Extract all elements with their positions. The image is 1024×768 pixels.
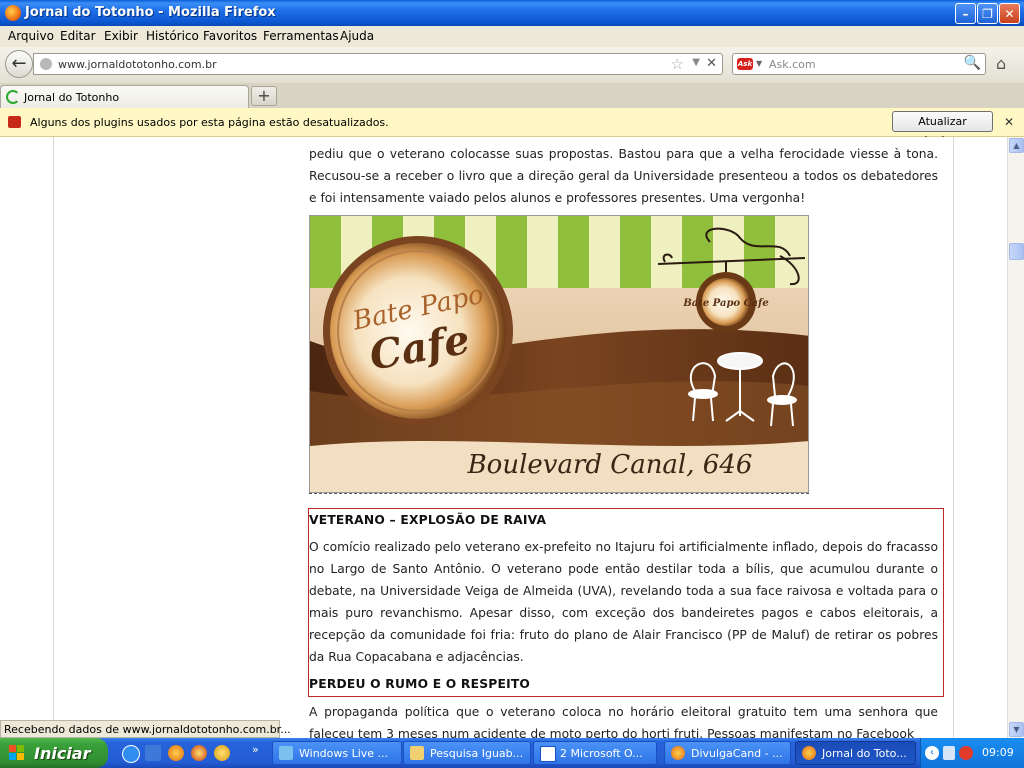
bookmark-star-icon[interactable]: ☆ xyxy=(671,55,684,73)
menu-historico[interactable]: Histórico xyxy=(146,29,199,43)
engine-dropdown-icon[interactable]: ▼ xyxy=(756,59,762,68)
task-label: Pesquisa Iguab... xyxy=(430,747,524,760)
menu-editar[interactable]: Editar xyxy=(60,29,96,43)
close-notification-icon[interactable]: ✕ xyxy=(1004,115,1014,129)
home-icon[interactable]: ⌂ xyxy=(996,54,1006,73)
close-button[interactable]: ✕ xyxy=(999,3,1020,24)
plugin-warning-icon xyxy=(8,116,21,128)
site-identity-icon[interactable] xyxy=(40,58,52,70)
menu-favoritos[interactable]: Favoritos xyxy=(203,29,257,43)
firefox-icon xyxy=(671,746,685,760)
firefox-quicklaunch-icon[interactable] xyxy=(168,745,184,761)
ad-sign-text: Bate Papo Cafe xyxy=(682,298,768,309)
menu-arquivo[interactable]: Arquivo xyxy=(8,29,54,43)
cafe-advertisement[interactable]: Bate Papo Cafe Bate Papo Cafe Boulevard … xyxy=(309,215,809,493)
page-content: pediu que o veterano colocasse suas prop… xyxy=(0,137,1007,740)
vertical-scrollbar[interactable]: ▲ ▼ xyxy=(1007,137,1024,740)
menu-ferramentas[interactable]: Ferramentas xyxy=(263,29,339,43)
intro-paragraph: pediu que o veterano colocasse suas prop… xyxy=(309,147,938,205)
windows-logo-icon xyxy=(9,745,24,760)
taskbar: Iniciar » Windows Live ... Pesquisa Igua… xyxy=(0,738,1024,768)
search-box[interactable]: Ask ▼ Ask.com 🔍 xyxy=(732,53,986,75)
clock: 09:09 xyxy=(982,746,1014,759)
tab-label: Jornal do Totonho xyxy=(24,91,120,104)
network-icon[interactable] xyxy=(943,746,955,760)
menu-ajuda[interactable]: Ajuda xyxy=(340,29,374,43)
section1-paragraph: O comício realizado pelo veterano ex-pre… xyxy=(309,540,938,664)
tab-strip: Jornal do Totonho + xyxy=(0,83,1024,109)
task-jornal-do-totonho[interactable]: Jornal do Toto... xyxy=(795,741,916,765)
firefox-icon xyxy=(5,5,21,21)
update-plugins-button[interactable]: Atualizar plugins... xyxy=(892,111,993,147)
system-tray: ‹ 09:09 xyxy=(920,738,1024,768)
left-column-divider xyxy=(53,137,54,740)
firefox-icon xyxy=(802,746,816,760)
section2-paragraph: A propaganda política que o veterano col… xyxy=(309,705,938,740)
scroll-down-button[interactable]: ▼ xyxy=(1009,722,1024,737)
menu-exibir[interactable]: Exibir xyxy=(104,29,138,43)
restore-button[interactable]: ❐ xyxy=(977,3,998,24)
task-label: DivulgaCand - ... xyxy=(691,747,783,760)
plugin-notification-bar: Alguns dos plugins usados por esta págin… xyxy=(0,108,1024,147)
media-quicklaunch-icon[interactable] xyxy=(191,745,207,761)
plugin-notice-text: Alguns dos plugins usados por esta págin… xyxy=(30,116,389,129)
status-text: Recebendo dados de www.jornaldototonho.c… xyxy=(4,723,291,736)
task-divulgacand[interactable]: DivulgaCand - ... xyxy=(664,741,791,765)
loading-icon xyxy=(6,90,20,104)
ask-engine-icon[interactable]: Ask xyxy=(737,58,753,70)
search-input[interactable]: Ask.com xyxy=(769,58,816,71)
ad-address: Boulevard Canal, 646 xyxy=(467,450,753,480)
stop-icon[interactable]: ✕ xyxy=(706,56,717,71)
folder-icon xyxy=(410,746,424,760)
section2-title: PERDEU O RUMO E O RESPEITO xyxy=(309,677,531,691)
task-label: Windows Live ... xyxy=(299,747,389,760)
search-icon[interactable]: 🔍 xyxy=(964,55,981,71)
scroll-thumb[interactable] xyxy=(1009,243,1024,260)
word-icon xyxy=(540,746,556,762)
security-alert-icon[interactable] xyxy=(959,746,973,760)
address-bar[interactable]: www.jornaldototonho.com.br ☆ ▼ ✕ xyxy=(33,53,723,75)
quicklaunch-more-icon[interactable]: » xyxy=(252,743,259,756)
section1-title: VETERANO – EXPLOSÃO DE RAIVA xyxy=(309,513,547,527)
task-pesquisa[interactable]: Pesquisa Iguab... xyxy=(403,741,531,765)
scroll-up-button[interactable]: ▲ xyxy=(1009,138,1024,153)
start-label: Iniciar xyxy=(34,744,91,763)
new-tab-button[interactable]: + xyxy=(251,86,277,106)
task-label: 2 Microsoft O... xyxy=(560,747,643,760)
minimize-button[interactable]: – xyxy=(955,3,976,24)
history-dropdown-icon[interactable]: ▼ xyxy=(692,57,700,68)
menu-bar: Arquivo Editar Exibir Histórico Favorito… xyxy=(0,26,1024,47)
chrome-quicklaunch-icon[interactable] xyxy=(214,745,230,761)
url-text[interactable]: www.jornaldototonho.com.br xyxy=(58,58,217,71)
back-button[interactable]: ← xyxy=(5,50,33,78)
title-bar: Jornal do Totonho - Mozilla Firefox – ❐ … xyxy=(0,0,1024,26)
task-label: Jornal do Toto... xyxy=(822,747,907,760)
task-windows-live[interactable]: Windows Live ... xyxy=(272,741,402,765)
task-microsoft-office[interactable]: 2 Microsoft O... xyxy=(533,741,657,765)
windows-live-icon xyxy=(279,746,293,760)
status-bar: Recebendo dados de www.jornaldototonho.c… xyxy=(0,720,291,738)
window-title: Jornal do Totonho - Mozilla Firefox xyxy=(25,5,276,20)
tray-expand-icon[interactable]: ‹ xyxy=(925,746,939,760)
ie-quicklaunch-icon[interactable] xyxy=(122,745,140,763)
image-divider xyxy=(309,493,809,494)
tab-jornal-do-totonho[interactable]: Jornal do Totonho xyxy=(0,85,249,108)
show-desktop-icon[interactable] xyxy=(145,745,161,761)
start-button[interactable]: Iniciar xyxy=(0,738,108,768)
right-column-divider xyxy=(953,137,954,740)
navigation-toolbar: ← www.jornaldototonho.com.br ☆ ▼ ✕ Ask ▼… xyxy=(0,47,1024,84)
